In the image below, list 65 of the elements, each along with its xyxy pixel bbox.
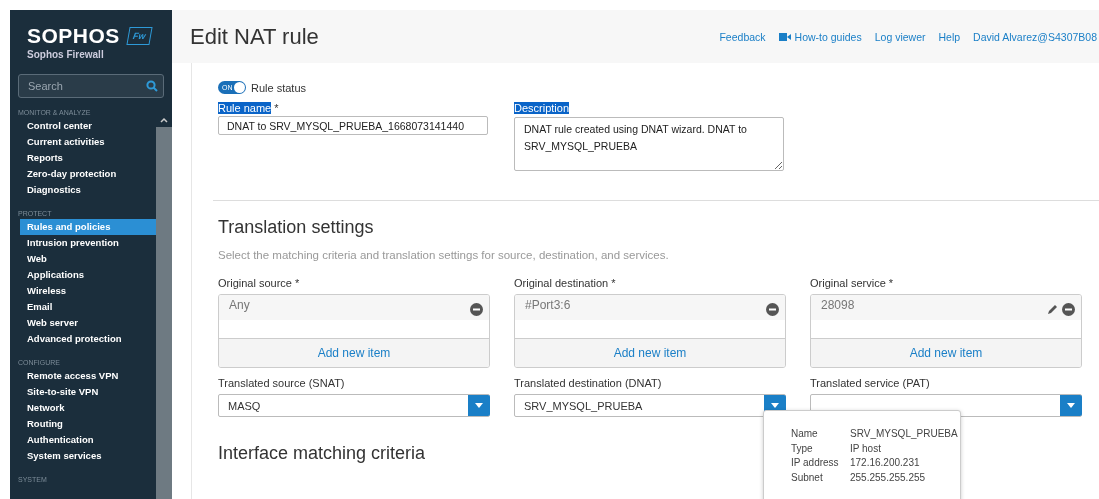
search-icon xyxy=(146,80,158,92)
remove-icon[interactable] xyxy=(1062,303,1075,316)
sophos-logo: SOPHOS xyxy=(27,24,120,48)
field-label: Rule name xyxy=(218,102,272,114)
nav-item[interactable]: Authentication xyxy=(10,432,156,448)
nav-item[interactable]: Web server xyxy=(10,315,156,331)
section-title: Translation settings xyxy=(218,217,375,238)
header-link[interactable]: Log viewer xyxy=(874,30,926,43)
field-label: Description xyxy=(514,102,570,114)
nav-item[interactable]: Applications xyxy=(10,267,156,283)
nav-item[interactable]: Reports xyxy=(10,150,156,166)
caret-icon[interactable] xyxy=(468,395,490,416)
fw-badge: Fw xyxy=(126,27,152,45)
nav-item[interactable]: Control center xyxy=(10,118,156,134)
nav-item[interactable]: System services xyxy=(10,448,156,464)
nav-item[interactable]: Routing xyxy=(10,416,156,432)
remove-icon[interactable] xyxy=(470,303,483,316)
section-title: Interface matching criteria xyxy=(218,443,426,464)
tooltip-value: IP host xyxy=(850,441,881,456)
nav-item[interactable]: Zero-day protection xyxy=(10,166,156,182)
nav-item[interactable]: Network xyxy=(10,400,156,416)
field-label: Original service * xyxy=(810,277,895,289)
tooltip-value: 255.255.255.255 xyxy=(850,470,926,485)
select-field[interactable]: MASQ xyxy=(218,394,490,417)
nav-item[interactable]: Site-to-site VPN xyxy=(10,384,156,400)
page-title: Edit NAT rule xyxy=(190,23,319,50)
tooltip-key: Subnet xyxy=(791,470,850,485)
nav-item[interactable]: Email xyxy=(10,299,156,315)
nav-item[interactable]: Web xyxy=(10,251,156,267)
nav-item[interactable]: Remote access VPN xyxy=(10,368,156,384)
tooltip-value: SRV_MYSQL_PRUEBA xyxy=(850,427,958,441)
rule-name-field[interactable]: DNAT to SRV_MYSQL_PRUEBA_1668073141440 xyxy=(218,116,488,135)
remove-icon[interactable] xyxy=(766,303,779,316)
section-subtitle: Select the matching criteria and translation settings for source, destination, and services. xyxy=(218,249,670,261)
tooltip-value: 172.16.200.231 xyxy=(850,456,920,470)
pencil-icon[interactable] xyxy=(1046,303,1059,316)
field-label: Translated destination (DNAT) xyxy=(514,377,663,389)
nav-item[interactable]: Current activities xyxy=(10,134,156,150)
tooltip-key: Type xyxy=(791,441,850,456)
field-label: Original source * xyxy=(218,277,301,289)
rule-status-label: Rule status xyxy=(251,81,307,94)
nav-item[interactable]: Diagnostics xyxy=(10,182,156,198)
tooltip-key: Name xyxy=(791,427,850,442)
required-mark: * xyxy=(274,102,279,114)
header-link[interactable]: How-to guides xyxy=(778,30,862,43)
add-new-item-button[interactable]: Add new item xyxy=(219,338,489,367)
add-new-item-button[interactable]: Add new item xyxy=(515,338,785,367)
scrollbar[interactable] xyxy=(156,112,172,499)
tooltip-key: IP address xyxy=(791,456,850,471)
field-label: Original destination * xyxy=(514,277,617,289)
field-label: Translated source (SNAT) xyxy=(218,377,346,389)
header-link[interactable]: David Alvarez@S4307B08 xyxy=(973,30,1097,43)
add-new-item-button[interactable]: Add new item xyxy=(811,338,1081,367)
product-name: Sophos Firewall xyxy=(27,49,105,60)
description-field[interactable]: DNAT rule created using DNAT wizard. DNAT to SRV_MYSQL_PRUEBA xyxy=(514,117,784,171)
field-label: Translated service (PAT) xyxy=(810,377,931,389)
caret-icon[interactable] xyxy=(1060,395,1082,416)
nav-item[interactable]: Intrusion prevention xyxy=(10,235,156,251)
header-link[interactable]: Feedback xyxy=(719,30,766,43)
search-field[interactable]: Search xyxy=(18,74,164,98)
nav-item[interactable]: Advanced protection xyxy=(10,331,156,347)
nav-item[interactable]: Rules and policies xyxy=(20,219,156,235)
nav-item[interactable]: Wireless xyxy=(10,283,156,299)
video-camera-icon xyxy=(778,32,791,41)
header-link[interactable]: Help xyxy=(938,30,961,43)
